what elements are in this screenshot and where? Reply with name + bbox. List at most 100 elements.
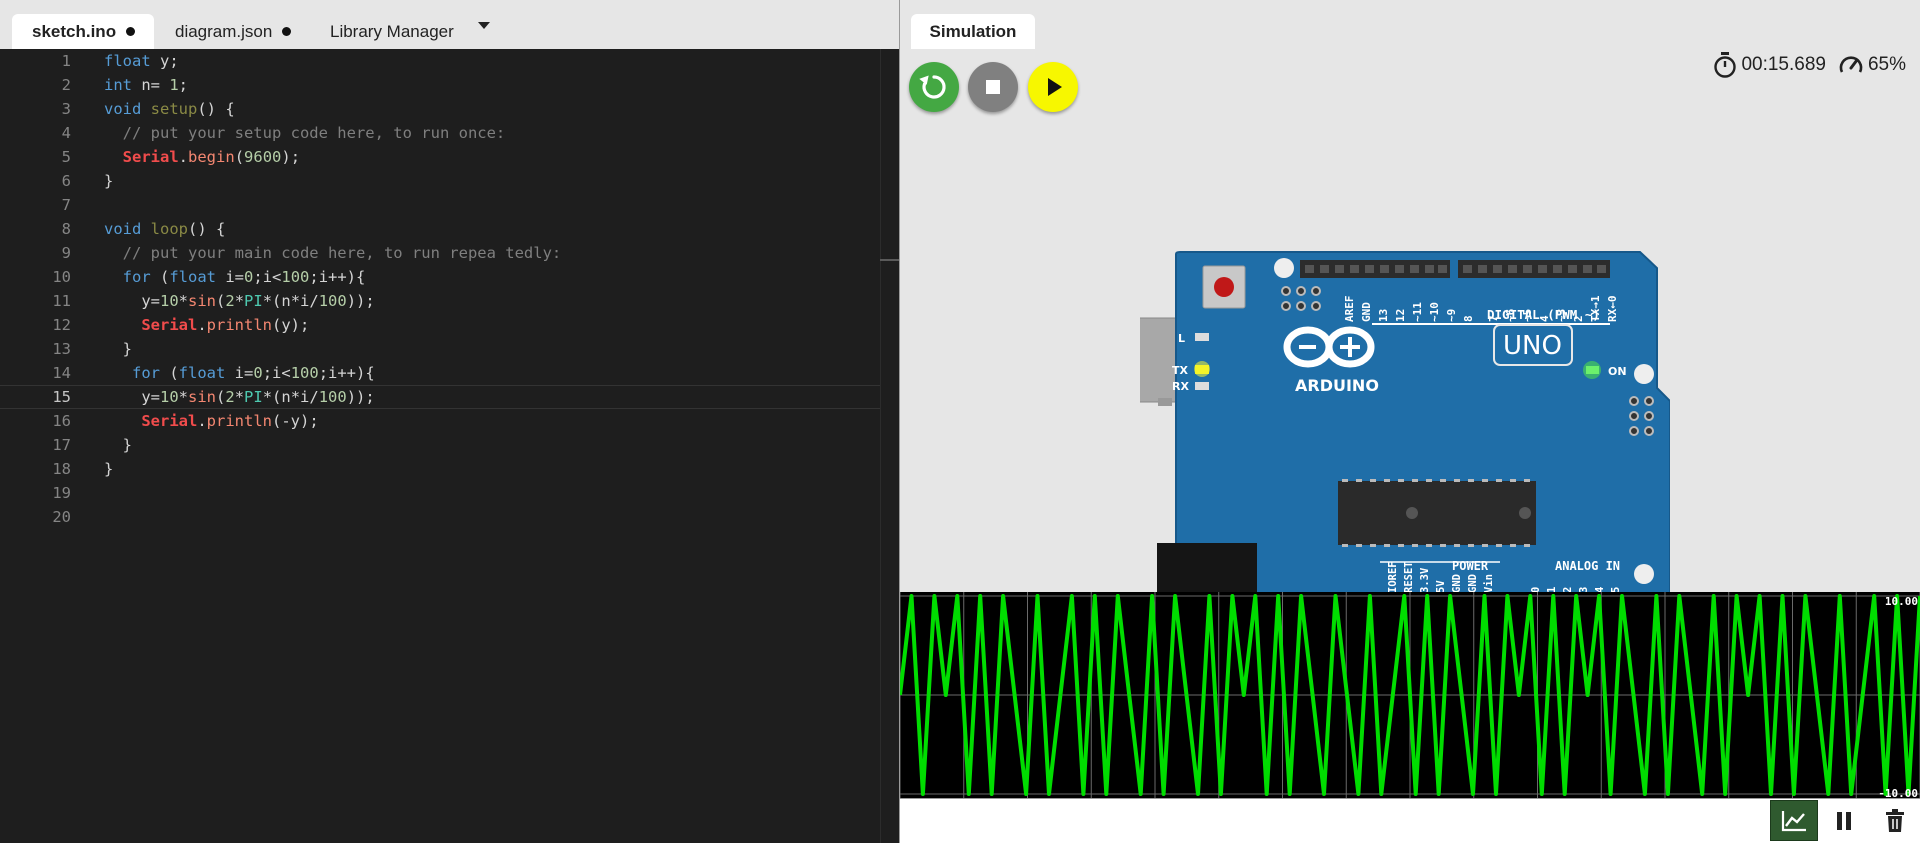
tab-label: Library Manager <box>330 22 454 41</box>
svg-text:~9: ~9 <box>1445 309 1458 322</box>
digital-label: DIGITAL (PWM ~) <box>1487 307 1600 322</box>
serial-plotter: 10.00 -10.00 <box>900 592 1920 798</box>
led-label-on: ON <box>1608 365 1627 378</box>
speedometer-icon <box>1839 56 1863 73</box>
tab-label: sketch.ino <box>32 22 117 41</box>
line-number: 16 <box>52 412 71 430</box>
code-line: 18} <box>0 457 899 481</box>
line-number: 12 <box>52 316 71 334</box>
line-number: 18 <box>52 460 71 478</box>
code-line: 12 Serial.println(y); <box>0 313 899 337</box>
code-text: } <box>104 340 132 358</box>
code-text: for (float i=0;i<100;i++){ <box>122 268 366 286</box>
stop-icon <box>986 80 1000 94</box>
code-text: float y; <box>104 52 179 70</box>
line-number: 9 <box>61 244 71 262</box>
line-number: 10 <box>52 268 71 286</box>
restart-button[interactable] <box>909 62 959 112</box>
power-jack <box>1157 543 1257 593</box>
code-line-current: 15 y=10*sin(2*PI*(n*i/100)); <box>0 385 899 409</box>
editor-tab-bar: sketch.ino diagram.json Library Manager <box>0 0 899 49</box>
svg-text:GND: GND <box>1467 574 1479 593</box>
line-number: 8 <box>61 220 71 238</box>
tab-diagram-json[interactable]: diagram.json <box>155 14 305 49</box>
elapsed-time: 00:15.689 <box>1741 54 1826 75</box>
code-text: } <box>104 172 114 190</box>
restart-icon <box>919 75 946 99</box>
pause-icon <box>1837 811 1851 830</box>
line-number: 14 <box>52 364 71 382</box>
led-label-l: L <box>1178 332 1185 345</box>
model-label: UNO <box>1503 331 1562 361</box>
line-number: 1 <box>61 52 71 70</box>
editor-scrollbar[interactable] <box>880 49 900 843</box>
svg-text:5V: 5V <box>1435 580 1447 593</box>
svg-text:GND: GND <box>1360 302 1373 322</box>
code-text: void setup() { <box>104 100 235 118</box>
tab-simulation[interactable]: Simulation <box>911 14 1035 49</box>
unsaved-dot-icon <box>282 27 292 37</box>
line-number: 20 <box>52 508 71 526</box>
reset-button-cap <box>1214 277 1234 297</box>
line-number: 19 <box>52 484 71 502</box>
mounting-hole <box>1274 258 1294 278</box>
code-area[interactable]: 1 float y; 2 int n= 1; 3 void setup() { 4 /… <box>0 49 899 843</box>
svg-text:RX←0: RX←0 <box>1606 296 1619 323</box>
plotter-toggle-button[interactable] <box>1770 800 1818 841</box>
code-text: int n= 1; <box>104 76 189 94</box>
code-line: 10 for (float i=0;i<100;i++){ <box>0 265 899 289</box>
code-line: 6} <box>0 169 899 193</box>
svg-text:~11: ~11 <box>1411 302 1424 322</box>
simulation-status: 00:15.689 65% <box>1713 52 1906 78</box>
unsaved-dot-icon <box>126 27 136 37</box>
svg-text:~10: ~10 <box>1428 302 1441 322</box>
line-number: 5 <box>61 148 71 166</box>
chart-line-icon <box>1781 810 1806 831</box>
pause-button[interactable] <box>1820 800 1868 841</box>
code-line: 14 for (float i=0;i<100;i++){ <box>0 361 899 385</box>
brand-label: ARDUINO <box>1295 376 1379 395</box>
mounting-hole <box>1634 364 1654 384</box>
code-text: Serial.println(y); <box>141 316 310 334</box>
line-number: 11 <box>52 292 71 310</box>
tab-sketch-ino[interactable]: sketch.ino <box>12 14 154 49</box>
line-number: 7 <box>61 196 71 214</box>
svg-text:AREF: AREF <box>1343 296 1356 323</box>
line-number: 2 <box>61 76 71 94</box>
svg-text:RESET: RESET <box>1403 561 1415 593</box>
code-text: } <box>104 460 114 478</box>
arduino-uno-board[interactable]: AREF GND 13 12 ~11 ~10 ~9 8 7 ~6 ~5 4 ~3… <box>1140 248 1670 593</box>
code-line: 2 int n= 1; <box>0 73 899 97</box>
code-text: y=10*sin(2*PI*(n*i/100)); <box>104 388 375 406</box>
svg-text:IOREF: IOREF <box>1387 561 1399 593</box>
chevron-down-icon[interactable] <box>478 22 490 29</box>
y-max-label: 10.00 <box>1884 595 1918 608</box>
svg-text:8: 8 <box>1462 315 1475 322</box>
code-line: 3 void setup() { <box>0 97 899 121</box>
line-number: 13 <box>52 340 71 358</box>
stopwatch-icon <box>1714 52 1737 78</box>
clear-button[interactable] <box>1871 800 1919 841</box>
play-button[interactable] <box>1028 62 1078 112</box>
code-text: // put your setup code here, to run once… <box>104 124 506 142</box>
tab-library-manager[interactable]: Library Manager <box>310 14 470 49</box>
play-icon <box>1048 78 1062 96</box>
scrollbar-marker <box>880 259 899 261</box>
code-editor-pane: sketch.ino diagram.json Library Manager … <box>0 0 900 843</box>
code-line: 5 Serial.begin(9600); <box>0 145 899 169</box>
serial-monitor-bar[interactable] <box>900 798 1920 843</box>
trash-icon <box>1886 808 1904 832</box>
code-line: 1 float y; <box>0 49 899 73</box>
line-number: 6 <box>61 172 71 190</box>
line-number: 17 <box>52 436 71 454</box>
stop-button[interactable] <box>968 62 1018 112</box>
simulation-speed: 65% <box>1867 54 1906 75</box>
code-text: } <box>104 436 132 454</box>
led-label-rx: RX <box>1172 380 1189 393</box>
svg-text:GND: GND <box>1451 574 1463 593</box>
code-text: y=10*sin(2*PI*(n*i/100)); <box>104 292 375 310</box>
code-line: 13 } <box>0 337 899 361</box>
analog-label: ANALOG IN <box>1555 559 1620 573</box>
led-rx <box>1195 382 1209 390</box>
mounting-hole <box>1634 564 1654 584</box>
